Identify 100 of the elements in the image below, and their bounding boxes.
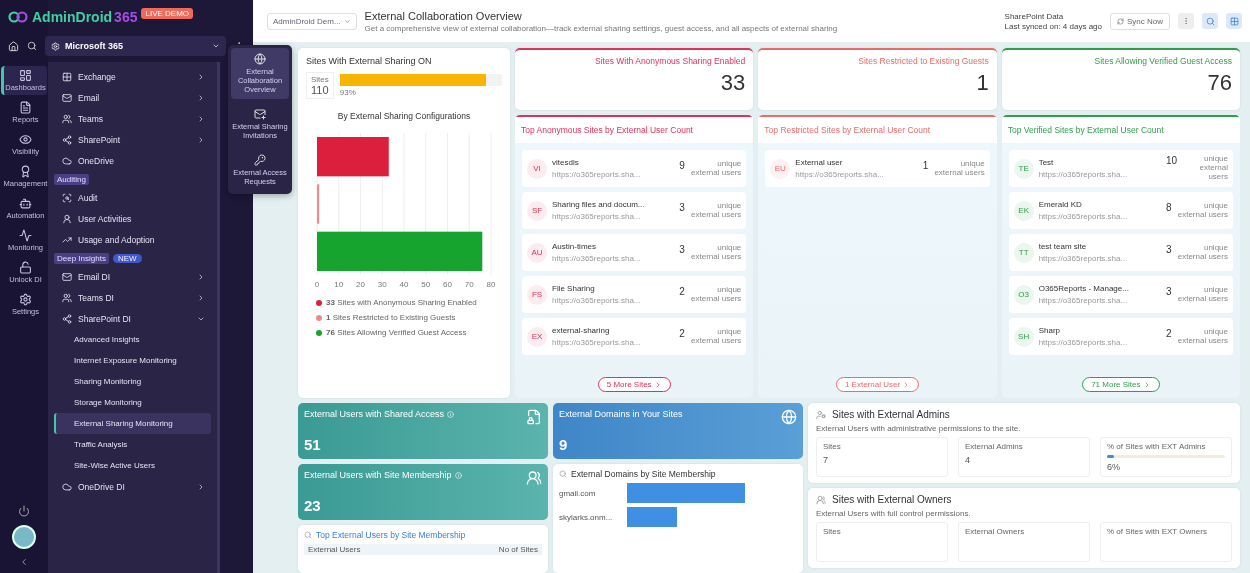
power-icon[interactable]	[18, 505, 30, 517]
users-icon	[816, 494, 826, 505]
nav-item[interactable]: OneDrive	[54, 150, 211, 171]
sync-button[interactable]: Sync Now	[1110, 12, 1170, 30]
gear-icon	[51, 41, 60, 51]
nav-item[interactable]: Email	[54, 87, 211, 108]
search-icon	[304, 531, 312, 539]
chart-title: By External Sharing Configurations	[336, 111, 472, 121]
initials-avatar: O3	[1013, 284, 1034, 305]
tenant-select[interactable]: Microsoft 365	[45, 36, 226, 56]
axis-label: 30	[377, 280, 387, 289]
nav-subitem[interactable]: Advanced Insights	[54, 329, 211, 350]
site-url: https://o365reports.sha...	[552, 296, 642, 305]
site-url: https://o365reports.sha...	[1038, 170, 1129, 179]
count-unit: unique external users	[1176, 201, 1228, 220]
nav-subitem[interactable]: Traffic Analysis	[54, 434, 211, 455]
list-title: Top Restricted Sites by External User Count	[758, 117, 997, 143]
column-header: No of Sites	[498, 545, 538, 554]
count-unit: unique external users	[1176, 327, 1228, 346]
site-name: Austin-times	[552, 242, 597, 251]
nav-subitem[interactable]: Site-Wise Active Users	[54, 455, 211, 476]
site-url: https://o365reports.sha...	[795, 170, 885, 179]
nav-item[interactable]: Teams DI	[54, 287, 211, 308]
sites-count: Sites 110	[306, 72, 334, 99]
column-header: External Users	[308, 545, 361, 554]
stat-value: 76	[1207, 70, 1232, 96]
nav-item[interactable]: Exchange	[54, 66, 211, 87]
cloud-icon	[62, 481, 72, 492]
card-title: Top External Users by Site Membership	[316, 530, 466, 540]
tile-value: 51	[304, 436, 322, 453]
globe-icon	[254, 53, 266, 65]
user-icon	[62, 213, 72, 224]
home-icon[interactable]	[8, 40, 19, 52]
more-button[interactable]	[1178, 13, 1194, 29]
file-lock-icon	[526, 409, 542, 425]
count-unit: unique external users	[1176, 285, 1228, 304]
user-count: 3	[679, 201, 685, 213]
logo-icon	[8, 10, 28, 24]
nav-item[interactable]: SharePoint DI	[54, 308, 211, 329]
list-title: Top Verified Sites by External User Count	[1001, 117, 1240, 143]
axis-label: 0	[314, 280, 320, 289]
grid-button[interactable]	[1226, 13, 1242, 29]
tile-value: 23	[304, 497, 322, 514]
card-title: External Domains by Site Membership	[571, 469, 716, 479]
key-icon	[254, 154, 266, 166]
mail-icon	[62, 92, 72, 103]
nav-item[interactable]: Usage and Adoption	[54, 229, 211, 250]
breadcrumb-dropdown[interactable]: AdminDroid Dem...	[267, 12, 357, 30]
user-count: 3	[679, 243, 685, 255]
user-count: 2	[679, 285, 685, 297]
nav-subitem[interactable]: Sharing Monitoring	[54, 371, 211, 392]
user-count: 10	[1166, 155, 1178, 167]
stat-box: Sites	[816, 522, 948, 562]
more-sites-button[interactable]: 71 More Sites	[1082, 377, 1160, 392]
nav-item[interactable]: Email DI	[54, 266, 211, 287]
initials-avatar: EX	[527, 326, 547, 347]
user-count: 2	[679, 327, 685, 339]
initials-avatar: VI	[527, 158, 547, 179]
search-button[interactable]	[1202, 13, 1218, 29]
grid-icon	[1229, 16, 1239, 26]
axis-label: 20	[356, 280, 365, 289]
nav-item[interactable]: User Activities	[54, 208, 211, 229]
initials-avatar: FS	[527, 284, 547, 305]
nav-item[interactable]: OneDrive DI	[54, 476, 211, 497]
axis-label: 50	[421, 280, 431, 289]
initials-avatar: EU	[770, 158, 791, 179]
search-icon[interactable]	[27, 41, 37, 51]
domain-bar	[627, 507, 677, 527]
nav-item[interactable]: SharePoint	[54, 129, 211, 150]
stat-box: External Admins 4	[958, 437, 1090, 477]
user-count: 9	[679, 159, 685, 171]
section-label: Deep Insights	[54, 252, 109, 264]
info-icon	[454, 471, 462, 479]
tile-title: External Domains in Your Sites	[559, 409, 683, 419]
user-count: 1	[922, 159, 929, 171]
site-url: https://o365reports.sha...	[1038, 296, 1129, 305]
collapse-icon[interactable]	[19, 557, 29, 567]
more-sites-button[interactable]: 5 More Sites	[597, 377, 671, 392]
more-icon	[1182, 17, 1190, 25]
data-source: SharePoint Data	[1004, 11, 1065, 21]
site-item[interactable]: TE Test https://o365reports.sha... 10 unique external users	[1008, 150, 1233, 187]
nav-subitem[interactable]: Internet Exposure Monitoring	[54, 350, 211, 371]
brand-name: AdminDroid	[32, 9, 113, 25]
nav-item[interactable]: Teams	[54, 108, 211, 129]
people-icon	[62, 113, 72, 124]
page-subtitle: Get a comprehensive view of external collaboration—track external sharing settings, guest access, and all aspects of external sharing	[364, 23, 839, 33]
site-url: https://o365reports.sha...	[1038, 254, 1129, 263]
nav-subitem[interactable]: External Sharing Monitoring	[54, 413, 211, 434]
search-icon	[559, 470, 567, 478]
dashboard-icon	[19, 69, 32, 82]
chevron-right-icon	[197, 93, 205, 102]
legend-label: 1 Sites Restricted to Existing Guests	[326, 313, 456, 322]
domain-label: skylarks.onm...	[559, 512, 614, 522]
axis-label: 70	[464, 280, 474, 289]
site-url: https://o365reports.sha...	[552, 338, 642, 347]
nav-subitem[interactable]: Storage Monitoring	[54, 392, 211, 413]
nav-item[interactable]: Audit	[54, 187, 211, 208]
initials-avatar: AU	[527, 242, 547, 263]
share-icon	[62, 134, 72, 145]
brand-suffix: 365	[114, 9, 138, 25]
